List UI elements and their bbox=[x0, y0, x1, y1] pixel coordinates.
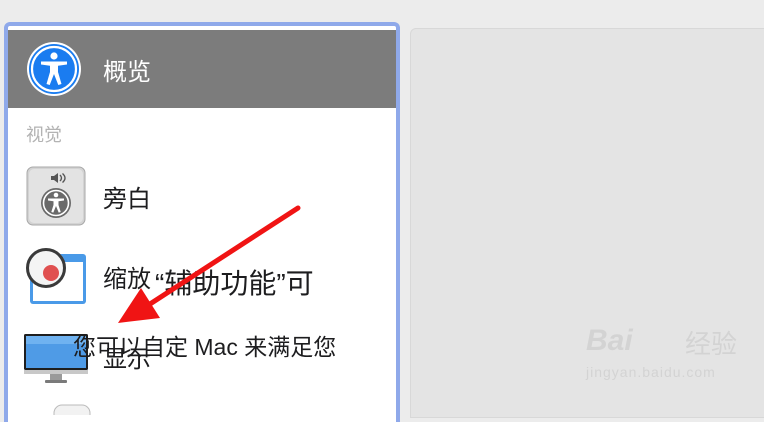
sidebar: 概览 视觉 旁白 缩放 显示 bbox=[4, 22, 400, 422]
section-header-vision: 视觉 bbox=[26, 125, 62, 145]
watermark-sub: 经验 bbox=[685, 329, 738, 359]
sidebar-item-label: 缩放 bbox=[103, 265, 151, 293]
watermark-brand: Bai bbox=[586, 324, 633, 357]
sidebar-item-overview[interactable]: 概览 bbox=[8, 30, 396, 108]
welcome-description: 您可以自定 Mac 来满足您 bbox=[73, 334, 337, 360]
sidebar-item-voiceover[interactable]: 旁白 bbox=[8, 156, 396, 236]
sidebar-item-label: 旁白 bbox=[103, 185, 151, 213]
zoom-icon bbox=[24, 246, 90, 311]
voiceover-icon bbox=[26, 166, 86, 231]
watermark-url: jingyan.baidu.com bbox=[586, 364, 716, 380]
accessibility-icon bbox=[26, 41, 82, 102]
sidebar-item-label: 概览 bbox=[103, 58, 151, 86]
welcome-title: “辅助功能”可 bbox=[155, 268, 314, 299]
watermark: Bai 经验 jingyan.baidu.com bbox=[580, 318, 764, 388]
next-item-icon-partial bbox=[52, 402, 92, 422]
